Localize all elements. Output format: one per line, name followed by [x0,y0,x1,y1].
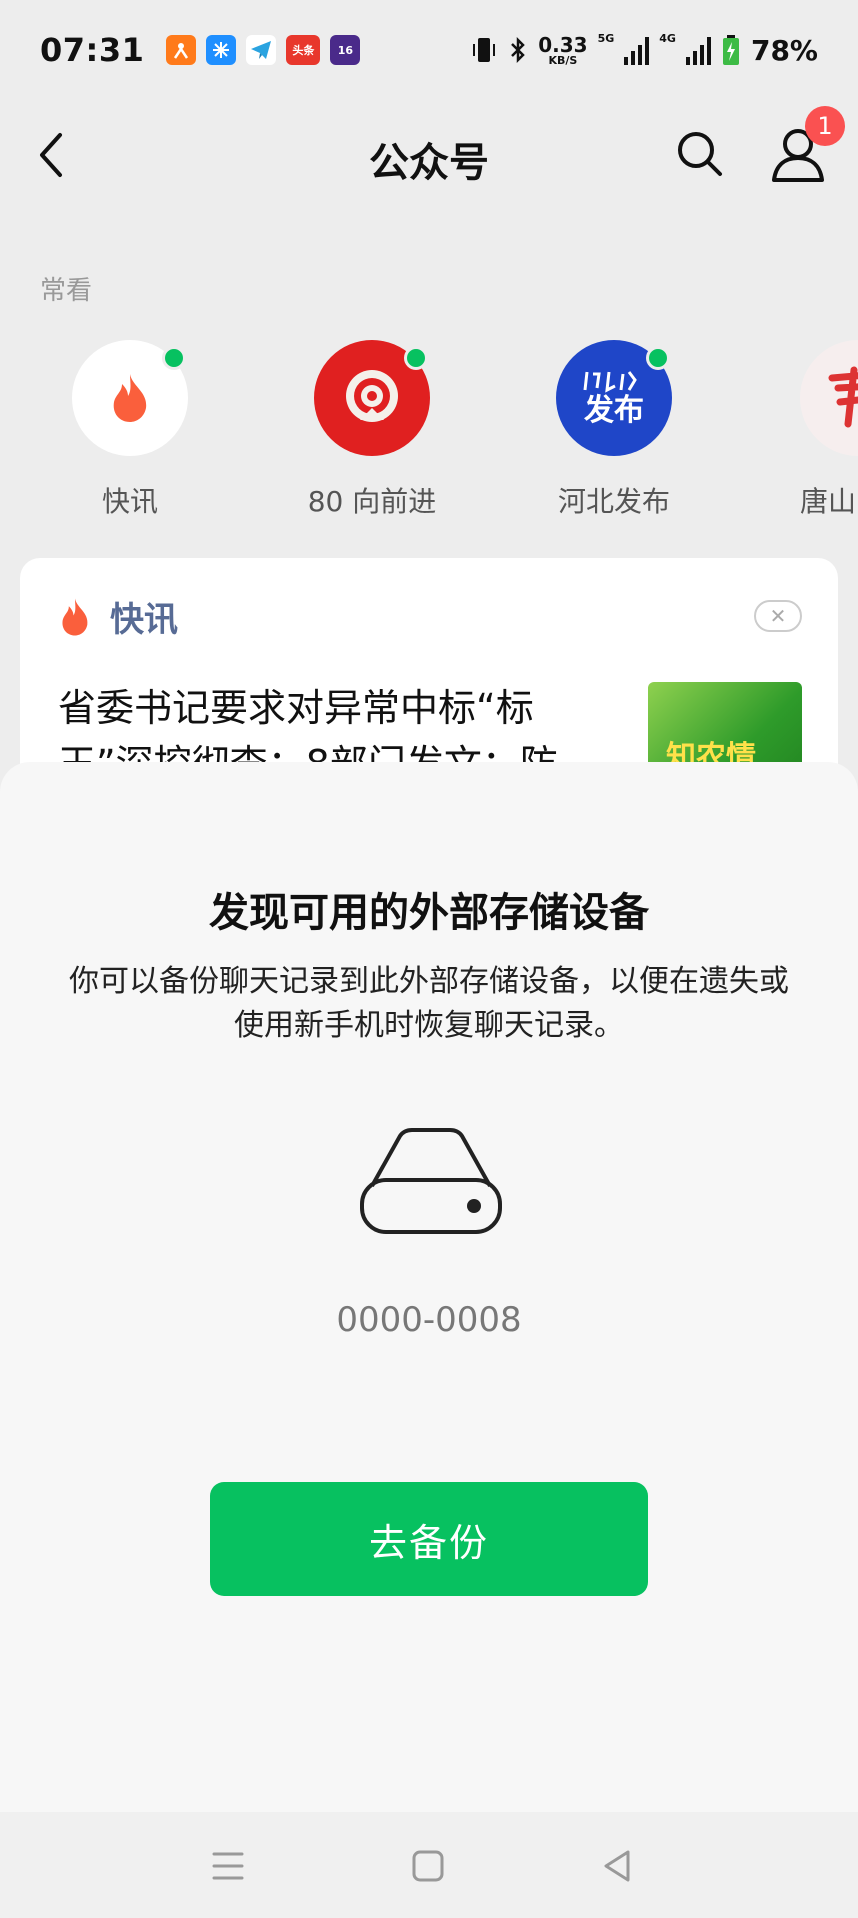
battery-percent: 78% [750,33,818,67]
frequent-accounts: 快讯 80 向前进 发布 河北发布 唐山 [0,340,858,530]
app-orange-icon [166,35,197,65]
signal-label-4g: 4G [659,31,676,45]
back-triangle-icon[interactable] [594,1842,642,1890]
avatar-text: 发布 [584,393,644,428]
account-80-forward[interactable]: 80 向前进 [272,340,472,520]
status-right: 0.33 KB/S 5G 4G 78% [470,31,818,67]
close-icon[interactable]: ✕ [754,600,802,632]
backup-button[interactable]: 去备份 [210,1482,648,1596]
target-logo-icon [346,370,398,422]
notification-badge: 1 [805,106,845,146]
account-tangshan[interactable]: 唐山 [758,340,858,520]
sheet-title: 发现可用的外部存储设备 [209,890,649,936]
signal-4g-icon [685,35,711,65]
signal-label-5g: 5G [597,31,615,45]
status-bar: 07:31 头条 16 0.33 KB/S 5G 4G 78% [0,0,858,100]
menu-icon[interactable] [204,1842,252,1890]
external-drive-icon [360,1128,502,1234]
page-title: 公众号 [369,140,489,186]
unread-dot [404,346,428,370]
status-time: 07:31 [40,31,145,69]
nav-bar: 公众号 [0,100,858,210]
vibrate-icon [473,38,496,62]
system-nav-bar [0,1812,858,1918]
sheet-description: 你可以备份聊天记录到此外部存储设备，以便在遗失或使用新手机时恢复聊天记录。 [69,964,789,1043]
net-speed: 0.33 KB/S [538,32,588,67]
calligraphy-logo-icon [828,366,858,428]
calligraphy-mark-icon [583,371,637,393]
card-title: 快讯 [110,600,178,640]
notification-icons: 头条 16 [166,35,361,65]
app-toutiao-icon: 头条 [286,35,321,65]
bluetooth-icon [511,36,526,64]
avatar [72,340,188,456]
app-16-icon: 16 [330,35,361,65]
search-icon[interactable] [672,126,728,182]
storage-bottom-sheet: 发现可用的外部存储设备 你可以备份聊天记录到此外部存储设备，以便在遗失或使用新手… [0,762,858,1812]
home-square-icon[interactable] [404,1842,452,1890]
avatar [800,340,858,456]
app-blue-snow-icon [206,35,237,65]
signal-5g-icon [624,35,650,65]
unread-dot [646,346,670,370]
flame-icon [113,374,147,422]
account-kuaixun[interactable]: 快讯 [30,340,230,520]
avatar [314,340,430,456]
flame-icon [62,598,88,635]
unread-dot [162,346,186,370]
section-label-frequent: 常看 [40,276,93,306]
app-telegram-icon [246,35,277,65]
avatar: 发布 [556,340,672,456]
battery-icon [722,35,739,65]
device-id: 0000-0008 [336,1300,522,1340]
card-header: 快讯 [58,592,178,641]
account-hebei-release[interactable]: 发布 河北发布 [514,340,714,520]
